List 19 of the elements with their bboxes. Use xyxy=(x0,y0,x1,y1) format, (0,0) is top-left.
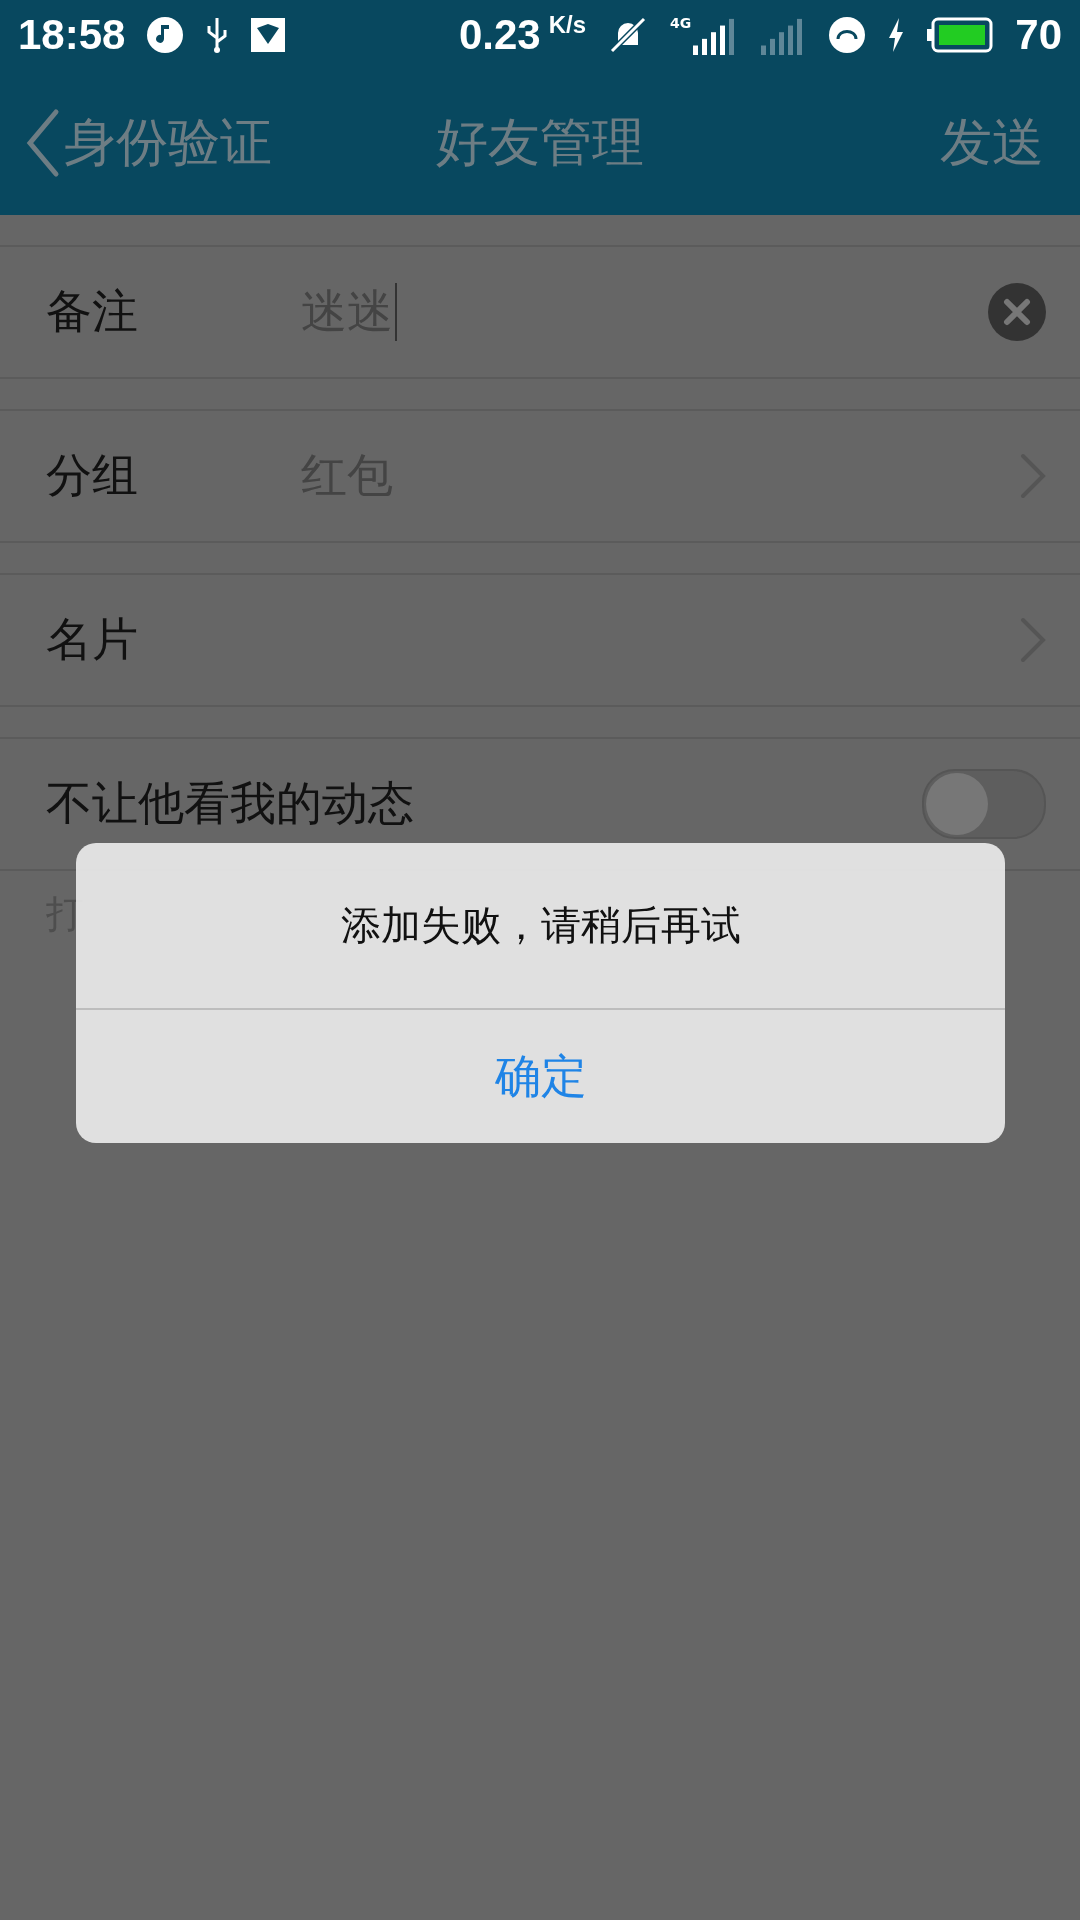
back-icon xyxy=(26,107,60,178)
confirm-button[interactable]: 确定 xyxy=(76,1010,1005,1143)
dialog-message: 添加失败，请稍后再试 xyxy=(340,901,741,950)
back-button[interactable]: 身份验证 xyxy=(26,107,272,178)
usb-icon xyxy=(205,16,230,54)
page-title: 好友管理 xyxy=(436,111,644,172)
music-icon xyxy=(147,17,184,53)
battery-icon xyxy=(927,17,994,53)
charging-icon xyxy=(887,18,906,52)
clock: 18:58 xyxy=(18,11,126,59)
network-type: 4G xyxy=(670,15,692,31)
battery-level: 70 xyxy=(1015,11,1062,59)
row-label: 分组 xyxy=(46,447,139,504)
settings-row[interactable]: 名片 xyxy=(0,573,1080,707)
send-button[interactable]: 发送 xyxy=(940,107,1054,178)
row-label: 备注 xyxy=(46,283,139,340)
clear-icon[interactable] xyxy=(988,283,1046,341)
row-label: 不让他看我的动态 xyxy=(46,775,414,832)
row-label: 名片 xyxy=(46,611,139,668)
